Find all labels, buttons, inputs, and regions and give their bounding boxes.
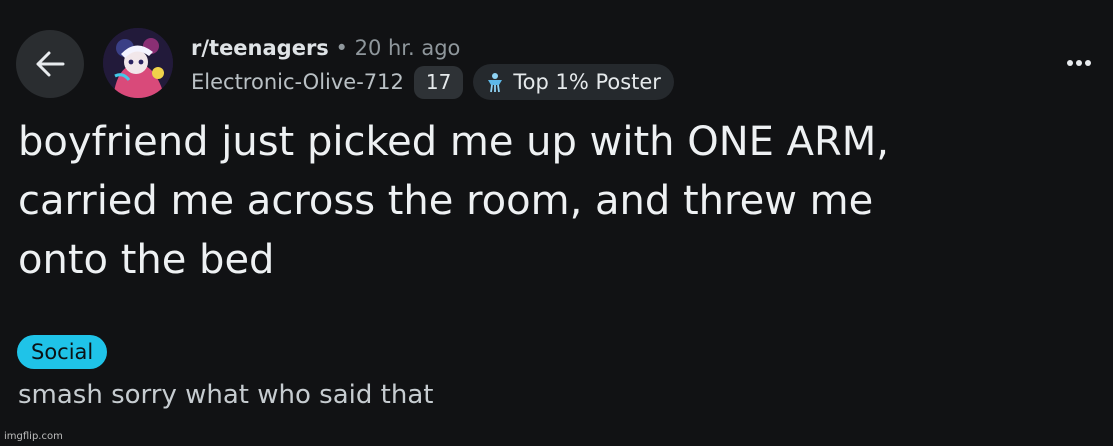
post-time: 20 hr. ago	[354, 36, 461, 60]
post-title-line: carried me across the room, and threw me	[18, 178, 874, 224]
arrow-left-icon	[36, 51, 65, 77]
more-horizontal-icon	[1067, 60, 1091, 66]
post-flair-tag[interactable]: Social	[17, 335, 108, 369]
user-row: Electronic-Olive-712 17 Top 1% Poster	[191, 64, 674, 100]
post-title-line: boyfriend just picked me up with ONE ARM…	[18, 119, 889, 165]
meta-separator: •	[335, 36, 348, 60]
badge-label: Top 1% Poster	[513, 70, 661, 94]
top-poster-icon	[488, 73, 503, 93]
post-title: boyfriend just picked me up with ONE ARM…	[18, 113, 1098, 290]
top-poster-badge: Top 1% Poster	[473, 64, 674, 100]
username-link[interactable]: Electronic-Olive-712	[191, 70, 404, 94]
post-title-line: onto the bed	[18, 237, 275, 283]
post-meta: r/teenagers • 20 hr. ago	[191, 34, 460, 62]
avatar-image	[103, 28, 173, 98]
post-body: smash sorry what who said that	[18, 380, 434, 410]
back-button[interactable]	[16, 30, 84, 98]
watermark: imgflip.com	[4, 431, 63, 442]
more-options-button[interactable]	[1063, 52, 1095, 74]
subreddit-link[interactable]: r/teenagers	[191, 36, 329, 60]
user-flair-count: 17	[413, 65, 464, 99]
subreddit-avatar[interactable]	[103, 28, 173, 98]
